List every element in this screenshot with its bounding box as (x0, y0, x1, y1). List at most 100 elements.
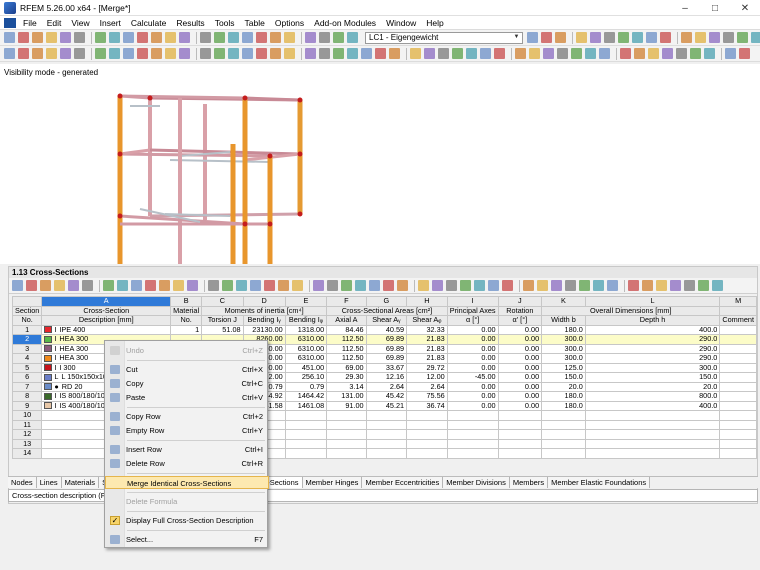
col-letter-b[interactable]: B (170, 296, 203, 307)
toolbar-button-icon[interactable] (109, 48, 120, 59)
toolbar-button-icon[interactable] (632, 32, 643, 43)
tab-member-divisions[interactable]: Member Divisions (443, 477, 510, 488)
toolbar-button-icon[interactable] (466, 48, 477, 59)
menu-item-copy[interactable]: Copy Ctrl+C (105, 377, 269, 390)
cell-ay[interactable]: 69.89 (365, 334, 408, 345)
toolbar-button-icon[interactable] (137, 32, 148, 43)
toolbar-button-icon[interactable] (18, 32, 29, 43)
cell-iz[interactable]: 6310.00 (284, 353, 328, 364)
comment-cell[interactable] (719, 372, 757, 383)
toolbar-button-icon[interactable] (751, 32, 760, 43)
empty-cell[interactable] (406, 410, 448, 421)
toolbar-button-icon[interactable] (18, 48, 29, 59)
toolbar-button-icon[interactable] (319, 48, 330, 59)
row-number[interactable]: 12 (11, 429, 43, 440)
toolbar-button-icon[interactable] (579, 280, 590, 291)
menu-view[interactable]: View (66, 18, 94, 28)
cell-alphap[interactable]: 0.00 (497, 362, 543, 373)
cell-a[interactable]: 3.14 (326, 381, 367, 392)
cell-alphap[interactable]: 0.00 (497, 353, 543, 364)
cell-a[interactable]: 91.00 (326, 400, 367, 411)
empty-cell[interactable] (365, 438, 408, 449)
empty-cell[interactable] (326, 410, 367, 421)
empty-cell[interactable] (284, 410, 328, 421)
toolbar-button-icon[interactable] (438, 48, 449, 59)
toolbar-button-icon[interactable] (341, 280, 352, 291)
toolbar-button-icon[interactable] (236, 280, 247, 291)
col-letter-i[interactable]: I (446, 296, 499, 307)
empty-cell[interactable] (446, 448, 499, 459)
empty-cell[interactable] (284, 429, 328, 440)
cell-alphap[interactable]: 0.00 (497, 381, 543, 392)
empty-cell[interactable] (406, 419, 448, 430)
toolbar-button-icon[interactable] (571, 48, 582, 59)
toolbar-button-icon[interactable] (541, 32, 552, 43)
cell-iy[interactable]: 23130.00 (242, 324, 286, 335)
toolbar-button-icon[interactable] (165, 48, 176, 59)
menu-item-copy-row[interactable]: Copy Row Ctrl+2 (105, 410, 269, 423)
toolbar-button-icon[interactable] (460, 280, 471, 291)
cell-alpha[interactable]: 0.00 (446, 334, 499, 345)
cell-h[interactable]: 400.0 (584, 400, 721, 411)
cell-b[interactable]: 180.0 (541, 400, 586, 411)
toolbar-button-icon[interactable] (648, 48, 659, 59)
toolbar-button-icon[interactable] (117, 280, 128, 291)
cell-iz[interactable]: 0.79 (284, 381, 328, 392)
menu-help[interactable]: Help (421, 18, 448, 28)
comment-cell[interactable] (719, 353, 757, 364)
toolbar-button-icon[interactable] (187, 280, 198, 291)
menu-window[interactable]: Window (381, 18, 421, 28)
row-number[interactable]: 3 (11, 343, 43, 354)
toolbar-button-icon[interactable] (305, 32, 316, 43)
tab-lines[interactable]: Lines (36, 477, 62, 488)
tab-nodes[interactable]: Nodes (8, 477, 37, 488)
empty-cell[interactable] (326, 429, 367, 440)
empty-cell[interactable] (584, 419, 721, 430)
toolbar-button-icon[interactable] (488, 280, 499, 291)
toolbar-button-icon[interactable] (646, 32, 657, 43)
toolbar-button-icon[interactable] (698, 280, 709, 291)
toolbar-button-icon[interactable] (284, 48, 295, 59)
maximize-button[interactable]: □ (700, 0, 730, 16)
toolbar-button-icon[interactable] (590, 32, 601, 43)
col-letter-h[interactable]: H (406, 296, 448, 307)
cell-iz[interactable]: 6310.00 (284, 334, 328, 345)
menu-file[interactable]: File (18, 18, 42, 28)
empty-cell[interactable] (446, 410, 499, 421)
toolbar-button-icon[interactable] (200, 32, 211, 43)
empty-cell[interactable] (326, 438, 367, 449)
menu-options[interactable]: Options (270, 18, 309, 28)
empty-cell[interactable] (365, 419, 408, 430)
toolbar-button-icon[interactable] (208, 280, 219, 291)
empty-cell[interactable] (584, 448, 721, 459)
toolbar-button-icon[interactable] (333, 32, 344, 43)
col-letter-g[interactable]: G (365, 296, 408, 307)
cell-b[interactable]: 300.0 (541, 343, 586, 354)
toolbar-button-icon[interactable] (557, 48, 568, 59)
cell-alpha[interactable]: 0.00 (446, 362, 499, 373)
toolbar-button-icon[interactable] (628, 280, 639, 291)
toolbar-button-icon[interactable] (313, 280, 324, 291)
toolbar-button-icon[interactable] (695, 32, 706, 43)
menu-calculate[interactable]: Calculate (126, 18, 171, 28)
cell-a[interactable]: 112.50 (326, 353, 367, 364)
toolbar-button-icon[interactable] (418, 280, 429, 291)
col-letter-l[interactable]: L (584, 296, 721, 307)
model-view[interactable]: Visibility mode - generated (0, 64, 760, 264)
toolbar-button-icon[interactable] (214, 48, 225, 59)
cell-az[interactable]: 2.64 (406, 381, 448, 392)
empty-cell[interactable] (446, 419, 499, 430)
close-button[interactable]: ✕ (730, 0, 760, 16)
row-number[interactable]: 2 (11, 334, 43, 345)
cell-iz[interactable]: 256.10 (284, 372, 328, 383)
cell-alpha[interactable]: 0.00 (446, 343, 499, 354)
cell-alphap[interactable]: 0.00 (497, 334, 543, 345)
toolbar-button-icon[interactable] (242, 48, 253, 59)
row-number[interactable]: 11 (11, 419, 43, 430)
empty-cell[interactable] (326, 448, 367, 459)
tab-materials[interactable]: Materials (61, 477, 100, 488)
cell-ay[interactable]: 2.64 (365, 381, 408, 392)
cell-b[interactable]: 180.0 (541, 391, 586, 402)
toolbar-button-icon[interactable] (383, 280, 394, 291)
toolbar-button-icon[interactable] (228, 48, 239, 59)
